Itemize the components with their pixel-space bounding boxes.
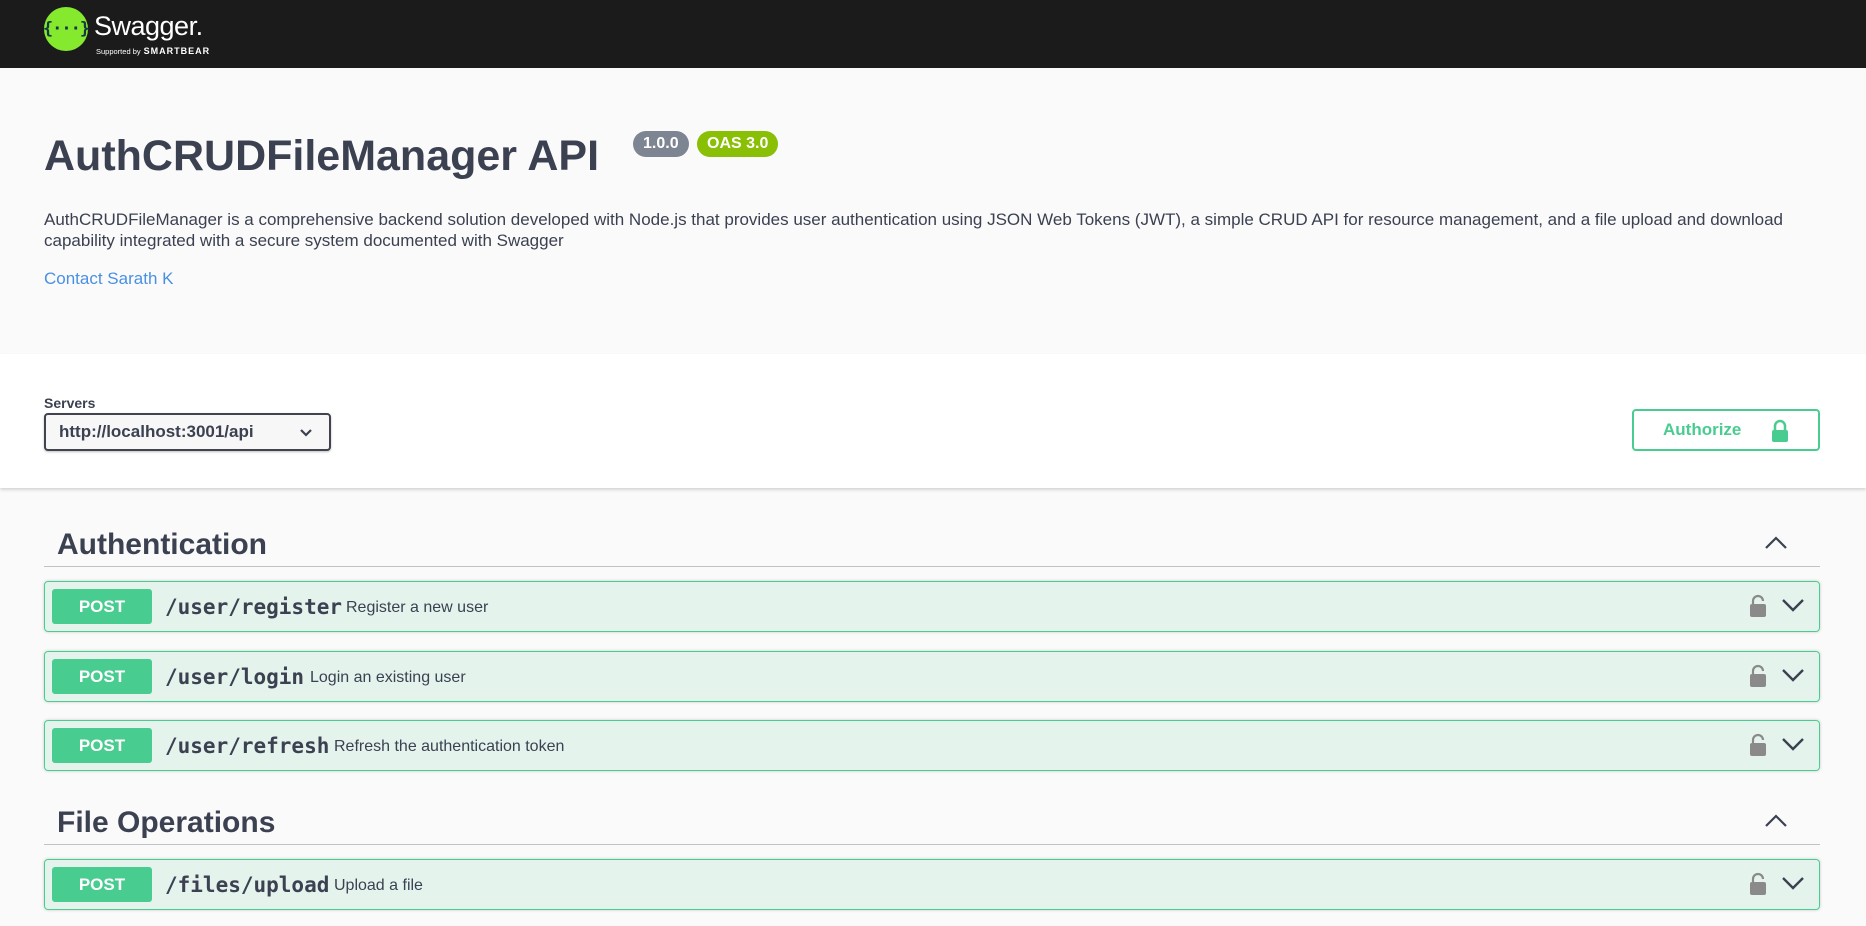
operation-user-refresh[interactable]: POST /user/refresh Refresh the authentic… (44, 720, 1820, 771)
operation-summary: Refresh the authentication token (334, 738, 565, 755)
page-title: AuthCRUDFileManager API (44, 132, 600, 180)
servers-selected-value: http://localhost:3001/api (59, 422, 254, 441)
operation-path: /user/register (165, 595, 343, 619)
tag-section-file-operations[interactable]: File Operations (44, 795, 1820, 845)
topbar: {···} Swagger. Supported by SMARTBEAR (0, 0, 1866, 68)
operation-summary: Register a new user (346, 599, 489, 616)
chevron-down-icon[interactable] (1781, 598, 1805, 614)
logo-supported-label: Supported by (96, 47, 141, 56)
logo-supported-by: Supported by SMARTBEAR (96, 46, 210, 56)
scheme-container: Servers http://localhost:3001/api Author… (0, 354, 1866, 488)
method-badge: POST (52, 867, 152, 902)
servers-label: Servers (44, 395, 96, 411)
servers-select[interactable]: http://localhost:3001/api (44, 413, 331, 451)
contact-link[interactable]: Contact Sarath K (44, 269, 173, 289)
chevron-up-icon[interactable] (1764, 812, 1788, 828)
chevron-up-icon[interactable] (1764, 534, 1788, 550)
logo-name: Swagger. (94, 11, 203, 41)
chevron-down-icon[interactable] (1781, 668, 1805, 684)
swagger-logo-icon: {···} (43, 7, 90, 51)
operation-user-register[interactable]: POST /user/register Register a new user (44, 581, 1820, 632)
section-title: File Operations (57, 806, 276, 839)
operation-path: /user/refresh (165, 734, 330, 758)
authorize-button[interactable]: Authorize (1632, 409, 1820, 451)
version-badge: 1.0.0 (633, 131, 689, 157)
operation-files-upload[interactable]: POST /files/upload Upload a file (44, 859, 1820, 910)
oas-badge: OAS 3.0 (697, 131, 779, 157)
tag-section-authentication[interactable]: Authentication (44, 517, 1820, 567)
operation-path: /user/login (165, 665, 305, 689)
chevron-down-icon[interactable] (1781, 876, 1805, 892)
operation-summary: Login an existing user (310, 669, 466, 686)
lock-icon (1772, 419, 1788, 442)
method-badge: POST (52, 589, 152, 624)
chevron-down-icon (300, 429, 312, 437)
operation-summary: Upload a file (334, 877, 423, 894)
api-description: AuthCRUDFileManager is a comprehensive b… (44, 210, 1783, 250)
swagger-logo[interactable]: {···} Swagger. Supported by SMARTBEAR (43, 7, 224, 57)
operation-path: /files/upload (165, 873, 330, 897)
authorize-label: Authorize (1663, 420, 1742, 439)
unlock-icon[interactable] (1749, 664, 1767, 688)
logo-brand: SMARTBEAR (143, 46, 211, 56)
chevron-down-icon[interactable] (1781, 737, 1805, 753)
method-badge: POST (52, 659, 152, 694)
unlock-icon[interactable] (1749, 733, 1767, 757)
unlock-icon[interactable] (1749, 594, 1767, 618)
unlock-icon[interactable] (1749, 872, 1767, 896)
section-title: Authentication (57, 528, 267, 561)
method-badge: POST (52, 728, 152, 763)
logo-text: Swagger. Supported by SMARTBEAR (94, 7, 224, 57)
operation-user-login[interactable]: POST /user/login Login an existing user (44, 651, 1820, 702)
